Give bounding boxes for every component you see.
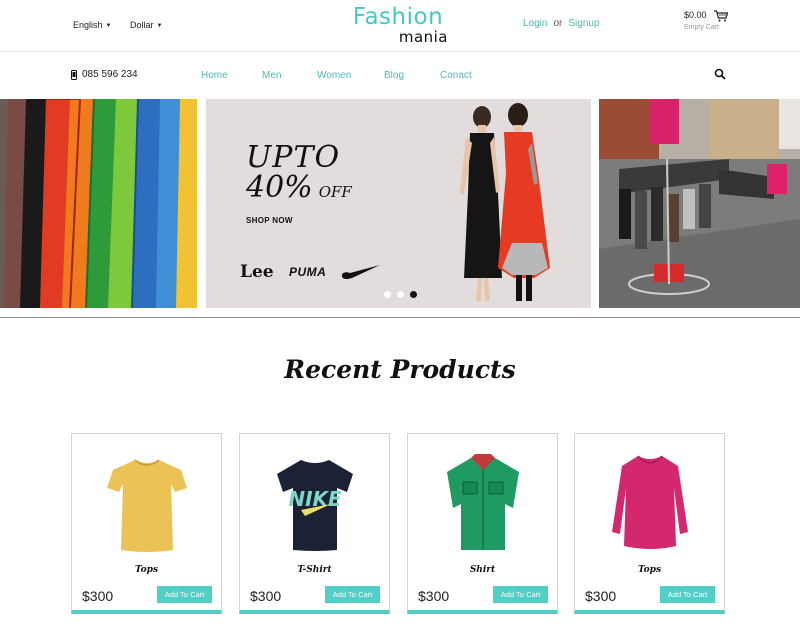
product-card[interactable]: Tops $300 Add To Cart (71, 433, 222, 614)
auth-links: Login or Signup (523, 18, 600, 29)
banner-clothes-rack-image (0, 99, 197, 308)
nav-contact[interactable]: Conact (440, 70, 472, 81)
nav-men[interactable]: Men (262, 70, 281, 81)
site-logo[interactable]: Fashion mania (338, 4, 458, 45)
shoe-stall-image (599, 99, 800, 308)
language-value: English (73, 20, 103, 30)
phone-contact: 085 596 234 (71, 69, 138, 80)
nav-blog[interactable]: Blog (384, 70, 404, 81)
slider-dot-3[interactable] (410, 291, 417, 298)
currency-select[interactable]: Dollar ▼ (130, 20, 162, 30)
product-card[interactable]: Shirt $300 Add To Cart (407, 433, 558, 614)
recent-products-heading: Recent Products (284, 355, 516, 384)
chevron-down-icon: ▼ (156, 23, 163, 29)
slider-dot-1[interactable] (384, 291, 391, 298)
cart-status: Empty Cart (684, 24, 720, 31)
product-price: $300 (82, 588, 114, 604)
top-bar: English ▼ Dollar ▼ Fashion mania Login or Si… (0, 0, 800, 52)
phone-number: 085 596 234 (82, 69, 138, 80)
product-card[interactable]: NIKE T-Shirt $300 Add To Cart (239, 433, 390, 614)
nav-women[interactable]: Women (317, 70, 351, 81)
signup-link[interactable]: Signup (568, 18, 599, 29)
main-navbar: 085 596 234 Home Men Women Blog Conact (0, 53, 800, 99)
chevron-down-icon: ▼ (105, 23, 112, 29)
add-to-cart-button[interactable]: Add To Cart (660, 586, 715, 603)
colorful-shirts-image (0, 99, 197, 308)
slider-dot-2[interactable] (397, 291, 404, 298)
pink-top-image (612, 455, 688, 549)
product-card[interactable]: Tops $300 Add To Cart (574, 433, 725, 614)
logo-top-text: Fashion (352, 4, 444, 30)
section-divider (0, 317, 800, 318)
add-to-cart-button[interactable]: Add To Cart (157, 586, 212, 603)
slider-dots (384, 291, 417, 298)
promo-slider[interactable]: UPTO 40% OFF SHOP NOW Lee PUMA (206, 99, 591, 308)
promo-discount: 40% (246, 170, 313, 205)
product-price: $300 (250, 588, 282, 604)
mobile-phone-icon (71, 69, 77, 80)
promo-off: OFF (318, 183, 352, 201)
green-shirt-image (447, 454, 519, 550)
add-to-cart-button[interactable]: Add To Cart (493, 586, 548, 603)
currency-value: Dollar (130, 20, 154, 30)
navy-tshirt-image: NIKE (277, 460, 353, 551)
models-image (460, 103, 550, 301)
promo-headline: UPTO 40% OFF (246, 143, 352, 207)
promo-line-1: UPTO (246, 140, 341, 175)
shop-now-link[interactable]: SHOP NOW (246, 216, 293, 225)
product-price: $300 (585, 588, 617, 604)
banner-shoe-market-image (599, 99, 800, 308)
product-price: $300 (418, 588, 450, 604)
product-name: Tops (134, 565, 159, 575)
mini-cart[interactable]: $0.00 Empty Cart (684, 10, 734, 31)
shopping-cart-icon (714, 10, 728, 22)
yellow-top-image (107, 459, 187, 552)
product-name: Tops (637, 565, 662, 575)
logo-bottom-text: mania (398, 28, 448, 46)
nav-home[interactable]: Home (201, 70, 228, 81)
product-name: Shirt (469, 565, 496, 575)
login-link[interactable]: Login (523, 18, 547, 29)
nike-swoosh-icon (341, 265, 380, 279)
brand-puma-logo: PUMA (289, 265, 327, 279)
or-text: or (553, 18, 563, 29)
search-icon[interactable] (714, 68, 726, 80)
language-select[interactable]: English ▼ (73, 20, 111, 30)
brand-lee-logo: Lee (240, 262, 274, 282)
product-name: T-Shirt (297, 565, 332, 575)
add-to-cart-button[interactable]: Add To Cart (325, 586, 380, 603)
